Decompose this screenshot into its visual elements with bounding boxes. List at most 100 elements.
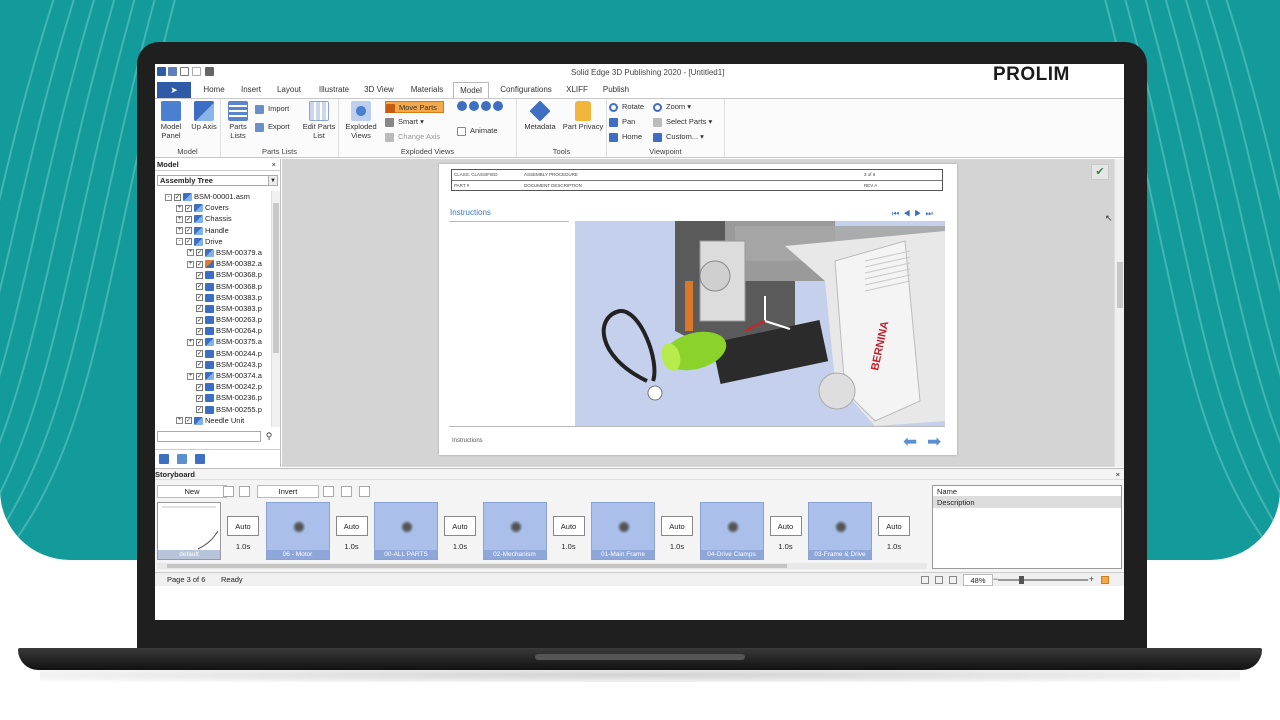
import-button[interactable]: Import: [255, 103, 289, 115]
tab-configurations[interactable]: Configurations: [497, 82, 555, 98]
grid-large-icon[interactable]: [341, 486, 352, 497]
transition-duration[interactable]: 1.0s: [332, 542, 372, 551]
storyboard-frame[interactable]: 04-Drive Clamps: [699, 502, 764, 560]
zoom-button[interactable]: Zoom ▾: [653, 101, 691, 113]
visibility-checkbox[interactable]: ✓: [196, 305, 203, 313]
move-parts-button[interactable]: Move Parts: [385, 101, 444, 113]
metadata-button[interactable]: Metadata: [521, 100, 559, 131]
zoom-in-icon[interactable]: +: [1089, 573, 1094, 585]
tree-item[interactable]: ✓ BSM-00383.p: [155, 292, 271, 303]
visibility-checkbox[interactable]: ✓: [185, 417, 192, 425]
tree-item[interactable]: - ✓ Drive: [155, 236, 271, 247]
camera-icon[interactable]: [195, 454, 205, 464]
tree-item[interactable]: + ✓ BSM-00382.a: [155, 258, 271, 269]
smart-button[interactable]: Smart ▾: [385, 116, 424, 128]
tab-layout[interactable]: Layout: [271, 82, 307, 98]
expand-icon[interactable]: +: [187, 249, 194, 257]
tab-materials[interactable]: Materials: [405, 82, 449, 98]
tab-home[interactable]: Home: [199, 82, 229, 98]
tab-3d-view[interactable]: 3D View: [361, 82, 397, 98]
tab-illustrate[interactable]: Illustrate: [312, 82, 356, 98]
checkmark-icon[interactable]: ✔: [1091, 164, 1109, 180]
tree-item[interactable]: ✓ BSM-00255.p: [155, 404, 271, 415]
storyboard-frame[interactable]: 06 - Motor: [265, 502, 330, 560]
tree-item[interactable]: ✓ BSM-00244.p: [155, 348, 271, 359]
tree-item[interactable]: + ✓ Covers: [155, 202, 271, 213]
visibility-checkbox[interactable]: ✓: [196, 372, 203, 380]
tree-item[interactable]: ✓ BSM-00368.p: [155, 269, 271, 280]
tree-item[interactable]: + ✓ BSM-00375.a: [155, 336, 271, 347]
transition-duration[interactable]: 1.0s: [766, 542, 806, 551]
storyboard-frame[interactable]: 00-ALL PARTS: [374, 502, 438, 560]
next-page-arrow-icon[interactable]: ➡: [927, 432, 941, 452]
expand-icon[interactable]: +: [176, 215, 183, 223]
tree-item[interactable]: ✓ BSM-00264.p: [155, 325, 271, 336]
transition-mode-button[interactable]: Auto: [661, 516, 693, 536]
step-back-icon[interactable]: [469, 101, 479, 111]
expand-icon[interactable]: +: [176, 417, 183, 425]
first-step-icon[interactable]: ⏮: [892, 209, 903, 218]
visibility-checkbox[interactable]: ✓: [196, 283, 203, 291]
visibility-checkbox[interactable]: ✓: [185, 215, 192, 223]
app-icon[interactable]: [157, 67, 166, 76]
fit-page-icon[interactable]: [921, 576, 929, 584]
tree-item[interactable]: ✓ BSM-00236.p: [155, 392, 271, 403]
tree-item[interactable]: + ✓ Needle Unit: [155, 415, 271, 426]
prev-step-icon[interactable]: ◀: [903, 209, 914, 218]
fast-forward-icon[interactable]: [493, 101, 503, 111]
redo-icon[interactable]: [192, 67, 201, 76]
expand-icon[interactable]: +: [176, 227, 183, 235]
visibility-checkbox[interactable]: ✓: [196, 271, 203, 279]
tab-publish[interactable]: Publish: [599, 82, 633, 98]
transition-duration[interactable]: 1.0s: [440, 542, 480, 551]
edit-parts-list-button[interactable]: Edit Parts List: [301, 101, 337, 140]
change-axis-button[interactable]: Change Axis: [385, 131, 440, 143]
play-icon[interactable]: ▶: [914, 209, 925, 218]
expand-icon[interactable]: +: [187, 260, 194, 268]
step-forward-icon[interactable]: [481, 101, 491, 111]
tree-item[interactable]: ✓ BSM-00383.p: [155, 303, 271, 314]
visibility-checkbox[interactable]: ✓: [196, 338, 203, 346]
transition-mode-button[interactable]: Auto: [552, 516, 585, 536]
select-parts-button[interactable]: Select Parts ▾: [653, 116, 712, 128]
visibility-checkbox[interactable]: ✓: [185, 238, 192, 246]
undo-icon[interactable]: [180, 67, 189, 76]
new-view-button[interactable]: New: [157, 485, 227, 498]
copy-view-icon[interactable]: [223, 486, 234, 497]
tree-item[interactable]: + ✓ Handle: [155, 225, 271, 236]
visibility-checkbox[interactable]: ✓: [196, 294, 203, 302]
transition-mode-button[interactable]: Auto: [227, 516, 259, 536]
property-description-field[interactable]: Description: [933, 497, 1121, 508]
part-privacy-button[interactable]: Part Privacy: [561, 101, 605, 131]
tree-item[interactable]: ✓ BSM-00263.p: [155, 314, 271, 325]
tree-scrollbar[interactable]: [271, 191, 280, 427]
visibility-checkbox[interactable]: ✓: [174, 193, 181, 201]
visibility-checkbox[interactable]: ✓: [185, 204, 192, 212]
layout-icon[interactable]: [359, 486, 370, 497]
pen-icon[interactable]: [949, 576, 957, 584]
storyboard-frame[interactable]: 02-Mechanism: [482, 502, 547, 560]
visibility-checkbox[interactable]: ✓: [196, 327, 203, 335]
document-scrollbar[interactable]: [1114, 159, 1124, 467]
exploded-views-button[interactable]: Exploded Views: [341, 101, 381, 140]
tree-item[interactable]: ✓ BSM-00368.p: [155, 281, 271, 292]
up-axis-button[interactable]: Up Axis: [189, 101, 219, 131]
scrollbar-thumb[interactable]: [1117, 262, 1123, 308]
tree-item[interactable]: ✓ BSM-00243.p: [155, 359, 271, 370]
view-mode-icon[interactable]: [1101, 576, 1109, 584]
visibility-checkbox[interactable]: ✓: [196, 249, 203, 257]
tree-item[interactable]: + ✓ Chassis: [155, 213, 271, 224]
print-icon[interactable]: [205, 67, 214, 76]
move-icon[interactable]: [177, 454, 187, 464]
tree-item[interactable]: + ✓ BSM-00374.a: [155, 370, 271, 381]
storyboard-frame[interactable]: 01-Main Frame: [591, 502, 655, 560]
zoom-slider-knob[interactable]: [1019, 576, 1025, 584]
visibility-checkbox[interactable]: ✓: [196, 406, 203, 414]
tree-search-input[interactable]: [157, 431, 261, 442]
custom-view-button[interactable]: Custom... ▾: [653, 131, 704, 143]
previous-page-arrow-icon[interactable]: ⬅: [903, 432, 917, 452]
transition-mode-button[interactable]: Auto: [878, 516, 910, 536]
expand-icon[interactable]: +: [187, 372, 194, 380]
model-panel-close-button[interactable]: ×: [272, 159, 276, 171]
zoom-slider[interactable]: [998, 576, 1088, 584]
